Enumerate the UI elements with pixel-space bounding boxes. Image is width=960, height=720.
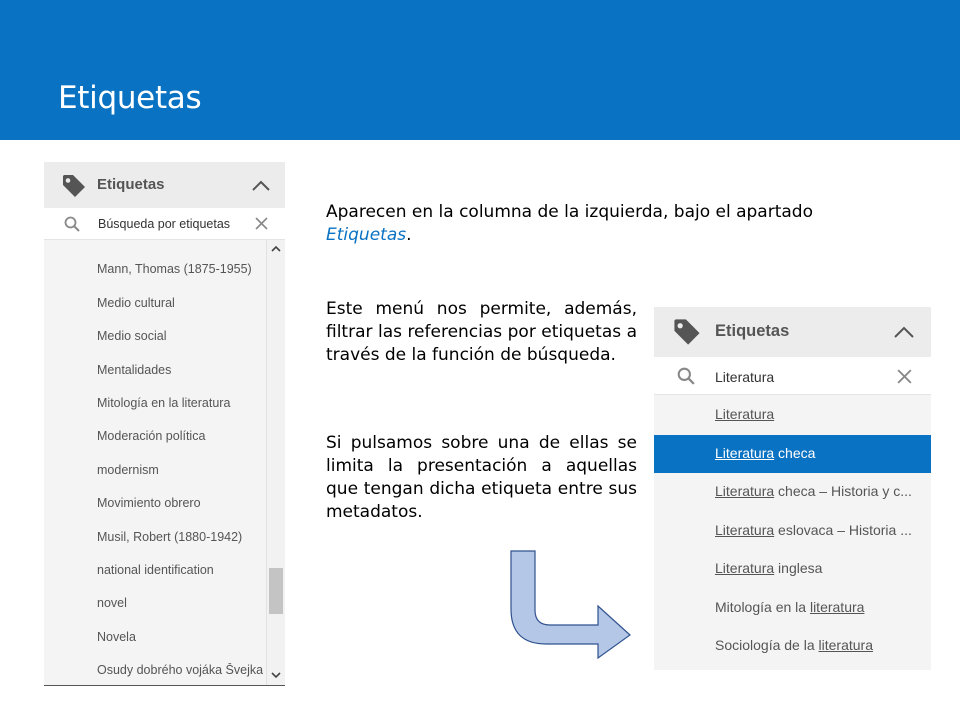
- tag-item[interactable]: Mitología en la literatura: [97, 396, 263, 410]
- tag-label-match: Literatura: [715, 521, 775, 538]
- tag-label-match: literatura: [809, 598, 865, 615]
- tag-item-label: Literatura inglesa: [715, 560, 929, 576]
- tag-item-label: Literatura checa: [715, 445, 929, 461]
- search-icon: [677, 367, 695, 385]
- scrollbar-thumb[interactable]: [269, 568, 283, 614]
- tag-item-label: Literatura checa – Historia y c...: [715, 483, 929, 499]
- tag-label-suffix: checa – Historia y c...: [774, 483, 912, 499]
- tag-item[interactable]: Osudy dobrého vojáka Švejka: [97, 663, 263, 677]
- paragraph-filter: Si pulsamos sobre una de ellas se limita…: [326, 433, 637, 522]
- bent-arrow-icon: [510, 550, 631, 660]
- scroll-down-icon[interactable]: [271, 672, 281, 679]
- tag-list: Mann, Thomas (1875-1955) Medio cultural …: [44, 240, 266, 685]
- tag-label-prefix: Mitología en la: [715, 598, 810, 615]
- tag-item-label: Literatura: [715, 406, 929, 422]
- tag-item[interactable]: novel: [97, 596, 263, 610]
- tag-icon: [674, 319, 700, 345]
- tag-item[interactable]: Medio cultural: [97, 296, 263, 310]
- paragraph-search: Este menú nos permite, además, filtrar l…: [326, 299, 637, 365]
- search-icon: [64, 216, 80, 232]
- tag-item-label: Sociología de la literatura: [715, 637, 929, 653]
- close-icon[interactable]: [897, 369, 912, 384]
- tag-label-match: literatura: [818, 637, 873, 653]
- tags-panel-filtered: Etiquetas Literatura Literatura Literatur…: [654, 307, 931, 670]
- intro-text-end: .: [406, 225, 412, 245]
- tag-label-match: Literatura: [715, 444, 775, 461]
- tag-search-input[interactable]: Literatura: [715, 369, 774, 385]
- tag-item-label: Literatura eslovaca – Historia ...: [715, 522, 929, 538]
- tag-label-suffix: checa: [774, 444, 816, 461]
- filtered-tag-list: Literatura Literatura checa Literatura che…: [654, 396, 931, 670]
- tag-item[interactable]: Moderación política: [97, 429, 263, 443]
- tag-item[interactable]: national identification: [97, 563, 263, 577]
- chevron-up-icon[interactable]: [251, 178, 271, 192]
- tag-item[interactable]: Musil, Robert (1880-1942): [97, 530, 263, 544]
- tags-panel-title: Etiquetas: [97, 176, 165, 193]
- tag-item[interactable]: Literatura eslovaca – Historia ...: [654, 512, 931, 550]
- tag-icon: [63, 175, 85, 197]
- tag-item[interactable]: Literatura: [654, 396, 931, 434]
- tag-label-match: Literatura: [715, 560, 775, 576]
- tags-panel-header[interactable]: Etiquetas: [44, 162, 285, 208]
- tag-item[interactable]: Literatura checa – Historia y c...: [654, 473, 931, 511]
- tag-item[interactable]: Sociología de la literatura: [654, 627, 931, 665]
- chevron-up-icon[interactable]: [893, 325, 915, 339]
- intro-text-main: Aparecen en la columna de la izquierda, …: [326, 202, 813, 222]
- close-icon[interactable]: [255, 217, 268, 230]
- tag-search-bar: Literatura: [654, 357, 931, 395]
- tag-label-match: Literatura: [715, 406, 775, 422]
- tag-item[interactable]: Mitología en la literatura: [654, 589, 931, 627]
- tag-search-bar: Búsqueda por etiquetas: [44, 208, 285, 240]
- slide-header: Etiquetas: [0, 0, 960, 140]
- tags-panel-header[interactable]: Etiquetas: [654, 307, 931, 357]
- tag-label-suffix: inglesa: [774, 560, 823, 576]
- intro-text: Aparecen en la columna de la izquierda, …: [326, 201, 866, 247]
- intro-emphasis: Etiquetas: [326, 225, 407, 245]
- tag-item[interactable]: Literatura inglesa: [654, 550, 931, 588]
- tag-item[interactable]: modernism: [97, 463, 263, 477]
- tag-item-selected[interactable]: Literatura checa: [654, 434, 931, 473]
- tag-label-match: Literatura: [715, 483, 775, 499]
- tag-item[interactable]: Novela: [97, 630, 263, 644]
- tag-item[interactable]: Mann, Thomas (1875-1955): [97, 262, 263, 276]
- tag-search-input[interactable]: Búsqueda por etiquetas: [98, 217, 230, 231]
- tag-label-prefix: Sociología de la: [715, 637, 819, 653]
- tag-item-label: Mitología en la literatura: [715, 599, 929, 615]
- tags-panel-left: Etiquetas Búsqueda por etiquetas Mann, T…: [44, 162, 285, 686]
- scroll-up-icon[interactable]: [271, 245, 281, 252]
- tag-item[interactable]: Medio social: [97, 329, 263, 343]
- tag-item[interactable]: Mentalidades: [97, 363, 263, 377]
- tag-label-suffix: eslovaca – Historia ...: [774, 521, 912, 538]
- tag-list-scrollbar[interactable]: [266, 240, 285, 685]
- tags-panel-title: Etiquetas: [715, 322, 790, 340]
- slide-title: Etiquetas: [58, 80, 202, 116]
- tag-item[interactable]: Movimiento obrero: [97, 496, 263, 510]
